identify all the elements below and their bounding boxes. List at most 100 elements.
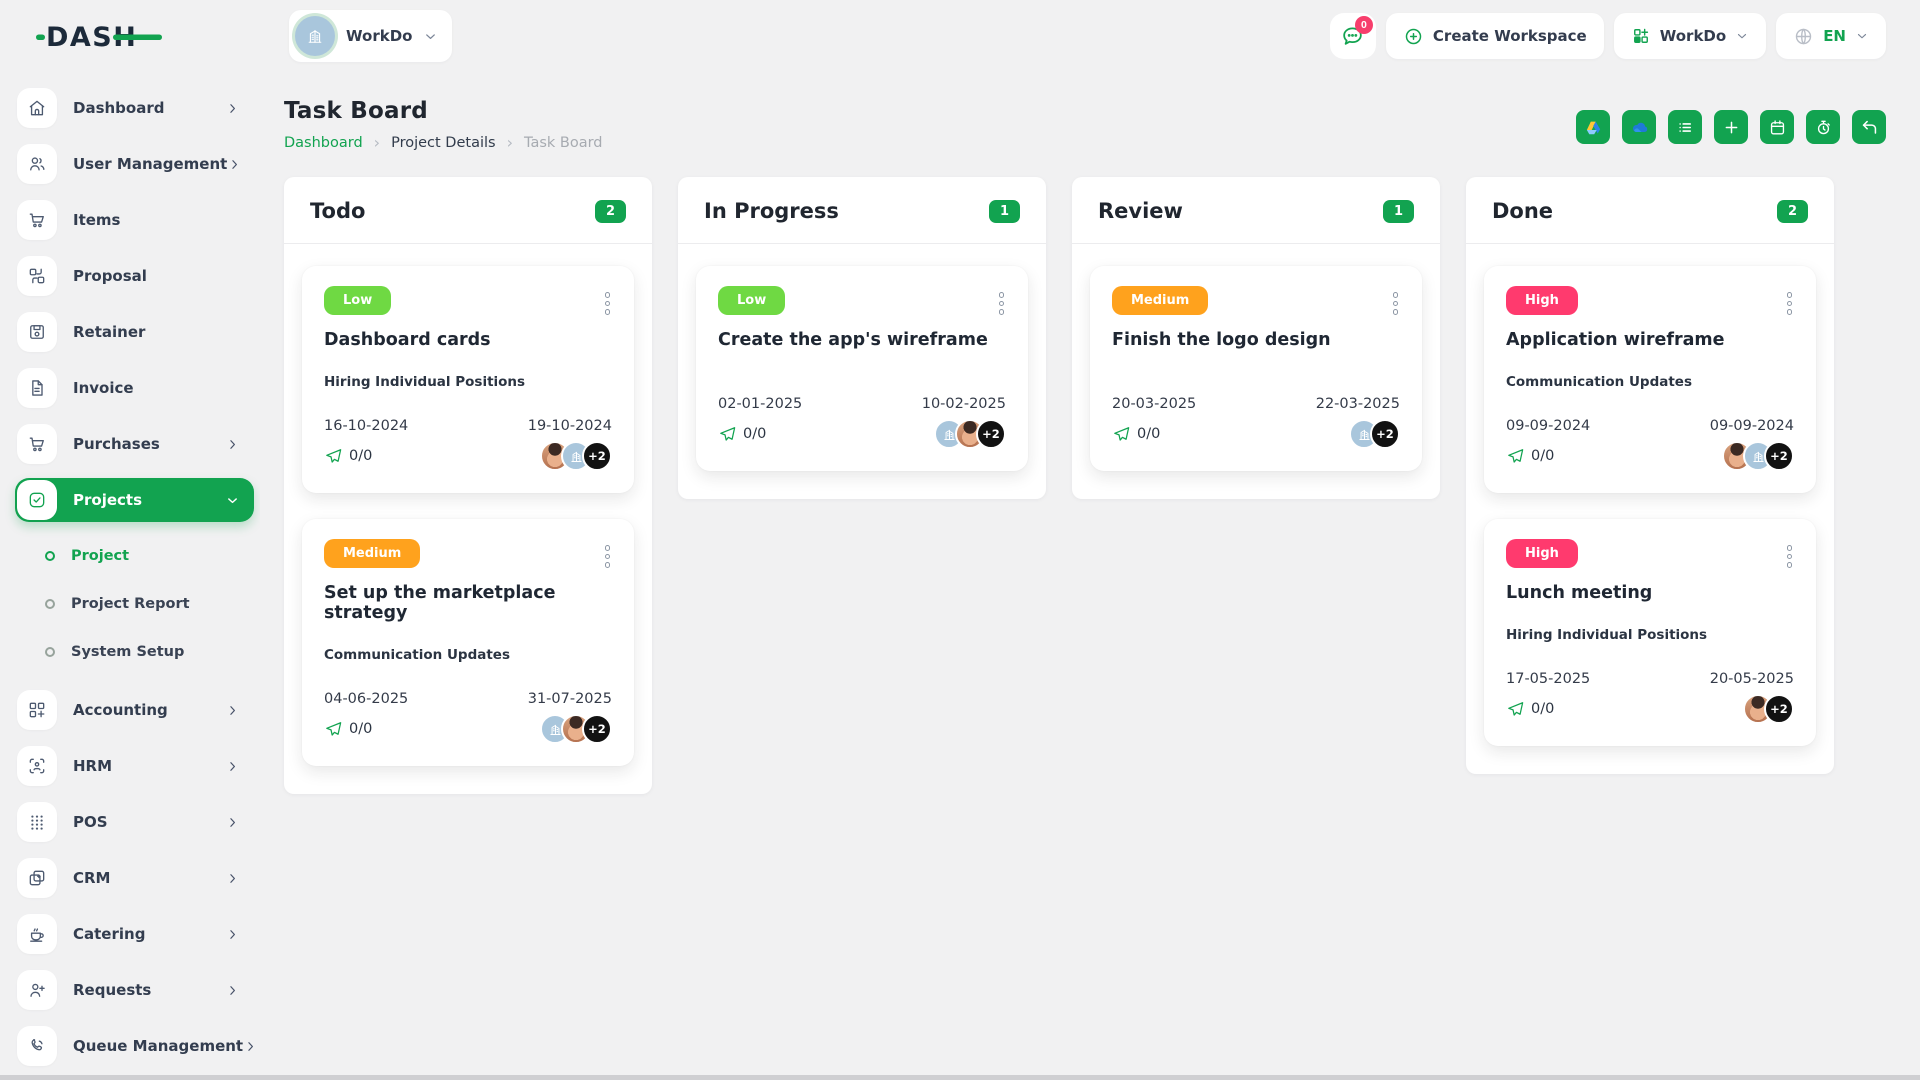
pos-icon <box>17 802 57 842</box>
kanban-board: Todo 2 Low Dashboard cards Hiring Individual… <box>284 177 1886 794</box>
send-icon <box>1506 700 1525 719</box>
task-start-date: 20-03-2025 <box>1112 396 1197 412</box>
task-end-date: 20-05-2025 <box>1709 671 1794 687</box>
chevron-right-icon <box>225 759 240 774</box>
horizontal-scrollbar[interactable] <box>0 1075 1920 1080</box>
language-selector[interactable]: EN <box>1776 13 1886 59</box>
calendar-icon <box>1768 118 1787 137</box>
timer-button[interactable] <box>1806 110 1840 144</box>
task-end-date: 22-03-2025 <box>1315 396 1400 412</box>
task-dates: 02-01-2025 10-02-2025 <box>718 396 1006 412</box>
sidebar-subitem-project-report[interactable]: Project Report <box>15 584 260 624</box>
column-todo: Todo 2 Low Dashboard cards Hiring Individual… <box>284 177 652 794</box>
plus-circle-icon <box>1403 26 1424 47</box>
add-button[interactable] <box>1714 110 1748 144</box>
accounting-icon <box>17 690 57 730</box>
breadcrumb-dashboard[interactable]: Dashboard <box>284 135 363 151</box>
task-end-date: 09-09-2024 <box>1709 418 1794 434</box>
task-milestone <box>1112 360 1400 370</box>
sidebar-item-invoice[interactable]: Invoice <box>15 366 254 410</box>
assignee-avatars[interactable]: +2 <box>1349 419 1400 449</box>
task-milestone: Communication Updates <box>324 647 510 663</box>
task-card[interactable]: Low Create the app's wireframe 02-01-2025 1… <box>696 266 1028 471</box>
task-dates: 17-05-2025 20-05-2025 <box>1506 671 1794 687</box>
chevron-down-icon <box>1855 29 1869 43</box>
google-drive-button[interactable] <box>1576 110 1610 144</box>
sidebar-item-projects[interactable]: Projects <box>15 478 254 522</box>
list-icon <box>1676 118 1695 137</box>
sidebar-item-items[interactable]: Items <box>15 198 254 242</box>
task-card[interactable]: High Lunch meeting Hiring Individual Posit… <box>1484 519 1816 746</box>
bullet-icon <box>45 551 55 561</box>
sidebar-item-label: Accounting <box>73 701 168 719</box>
sidebar-item-user-management[interactable]: User Management <box>15 142 254 186</box>
more-members-badge[interactable]: +2 <box>1764 694 1794 724</box>
list-button[interactable] <box>1668 110 1702 144</box>
card-menu-button[interactable] <box>1786 292 1792 315</box>
task-title: Application wireframe <box>1506 330 1725 350</box>
sidebar-item-queue-management[interactable]: Queue Management <box>15 1024 254 1068</box>
sidebar-item-crm[interactable]: CRM <box>15 856 254 900</box>
workspace-switcher[interactable]: WorkDo <box>289 10 453 62</box>
main-content: Task Board Dashboard › Project Details ›… <box>260 72 1920 1080</box>
task-card[interactable]: Low Dashboard cards Hiring Individual Posi… <box>302 266 634 493</box>
calendar-button[interactable] <box>1760 110 1794 144</box>
sidebar-item-label: Catering <box>73 925 146 943</box>
logo[interactable]: DASH <box>36 18 289 54</box>
sidebar-item-accounting[interactable]: Accounting <box>15 688 254 732</box>
assignee-avatars[interactable]: +2 <box>540 441 612 471</box>
card-menu-button[interactable] <box>604 292 610 315</box>
page-title: Task Board <box>284 98 428 124</box>
priority-badge: High <box>1506 286 1578 315</box>
task-card[interactable]: High Application wireframe Communication U… <box>1484 266 1816 493</box>
home-icon <box>17 88 57 128</box>
sidebar-item-retainer[interactable]: Retainer <box>15 310 254 354</box>
task-count: 0/0 <box>1506 447 1554 466</box>
task-card[interactable]: Medium Set up the marketplace strategy Com… <box>302 519 634 766</box>
task-title: Lunch meeting <box>1506 583 1653 603</box>
sidebar-subitem-project[interactable]: Project <box>15 536 260 576</box>
sidebar-item-proposal[interactable]: Proposal <box>15 254 254 298</box>
chevron-right-icon <box>225 871 240 886</box>
sidebar-item-catering[interactable]: Catering <box>15 912 254 956</box>
onedrive-icon <box>1629 117 1650 138</box>
sidebar-subitem-label: System Setup <box>71 644 185 660</box>
task-count-value: 0/0 <box>1531 701 1555 717</box>
assignee-avatars[interactable]: +2 <box>1722 441 1794 471</box>
sidebar-item-hrm[interactable]: HRM <box>15 744 254 788</box>
assignee-avatars[interactable]: +2 <box>1743 694 1794 724</box>
sidebar-item-requests[interactable]: Requests <box>15 968 254 1012</box>
sidebar-item-pos[interactable]: POS <box>15 800 254 844</box>
messages-button[interactable]: 0 <box>1329 13 1376 59</box>
timer-icon <box>1814 118 1833 137</box>
sidebar-item-label: Projects <box>73 491 143 509</box>
more-members-badge[interactable]: +2 <box>1764 441 1794 471</box>
create-workspace-button[interactable]: Create Workspace <box>1385 13 1604 59</box>
column-count-badge: 1 <box>988 199 1020 223</box>
workspace-menu-button[interactable]: WorkDo <box>1613 13 1767 59</box>
more-members-badge[interactable]: +2 <box>1370 419 1400 449</box>
card-menu-button[interactable] <box>604 545 610 568</box>
task-footer: 0/0 +2 <box>1112 419 1400 449</box>
more-members-badge[interactable]: +2 <box>582 441 612 471</box>
task-title: Finish the logo design <box>1112 330 1331 350</box>
more-members-badge[interactable]: +2 <box>582 714 612 744</box>
sidebar-item-dashboard[interactable]: Dashboard <box>15 86 254 130</box>
assignee-avatars[interactable]: +2 <box>934 419 1006 449</box>
sidebar-subitem-system-setup[interactable]: System Setup <box>15 632 260 672</box>
assignee-avatars[interactable]: +2 <box>540 714 612 744</box>
breadcrumb-project-details[interactable]: Project Details <box>391 135 496 151</box>
card-menu-button[interactable] <box>1392 292 1398 315</box>
card-menu-button[interactable] <box>1786 545 1792 568</box>
card-menu-button[interactable] <box>998 292 1004 315</box>
more-members-badge[interactable]: +2 <box>976 419 1006 449</box>
task-milestone: Communication Updates <box>1506 374 1692 390</box>
chevron-right-icon: › <box>373 133 381 152</box>
sidebar-item-purchases[interactable]: Purchases <box>15 422 254 466</box>
task-count: 0/0 <box>324 447 372 466</box>
undo-button[interactable] <box>1852 110 1886 144</box>
task-title: Set up the marketplace strategy <box>324 583 556 623</box>
onedrive-button[interactable] <box>1622 110 1656 144</box>
task-card[interactable]: Medium Finish the logo design 20-03-2025 22… <box>1090 266 1422 471</box>
chevron-right-icon <box>225 703 240 718</box>
